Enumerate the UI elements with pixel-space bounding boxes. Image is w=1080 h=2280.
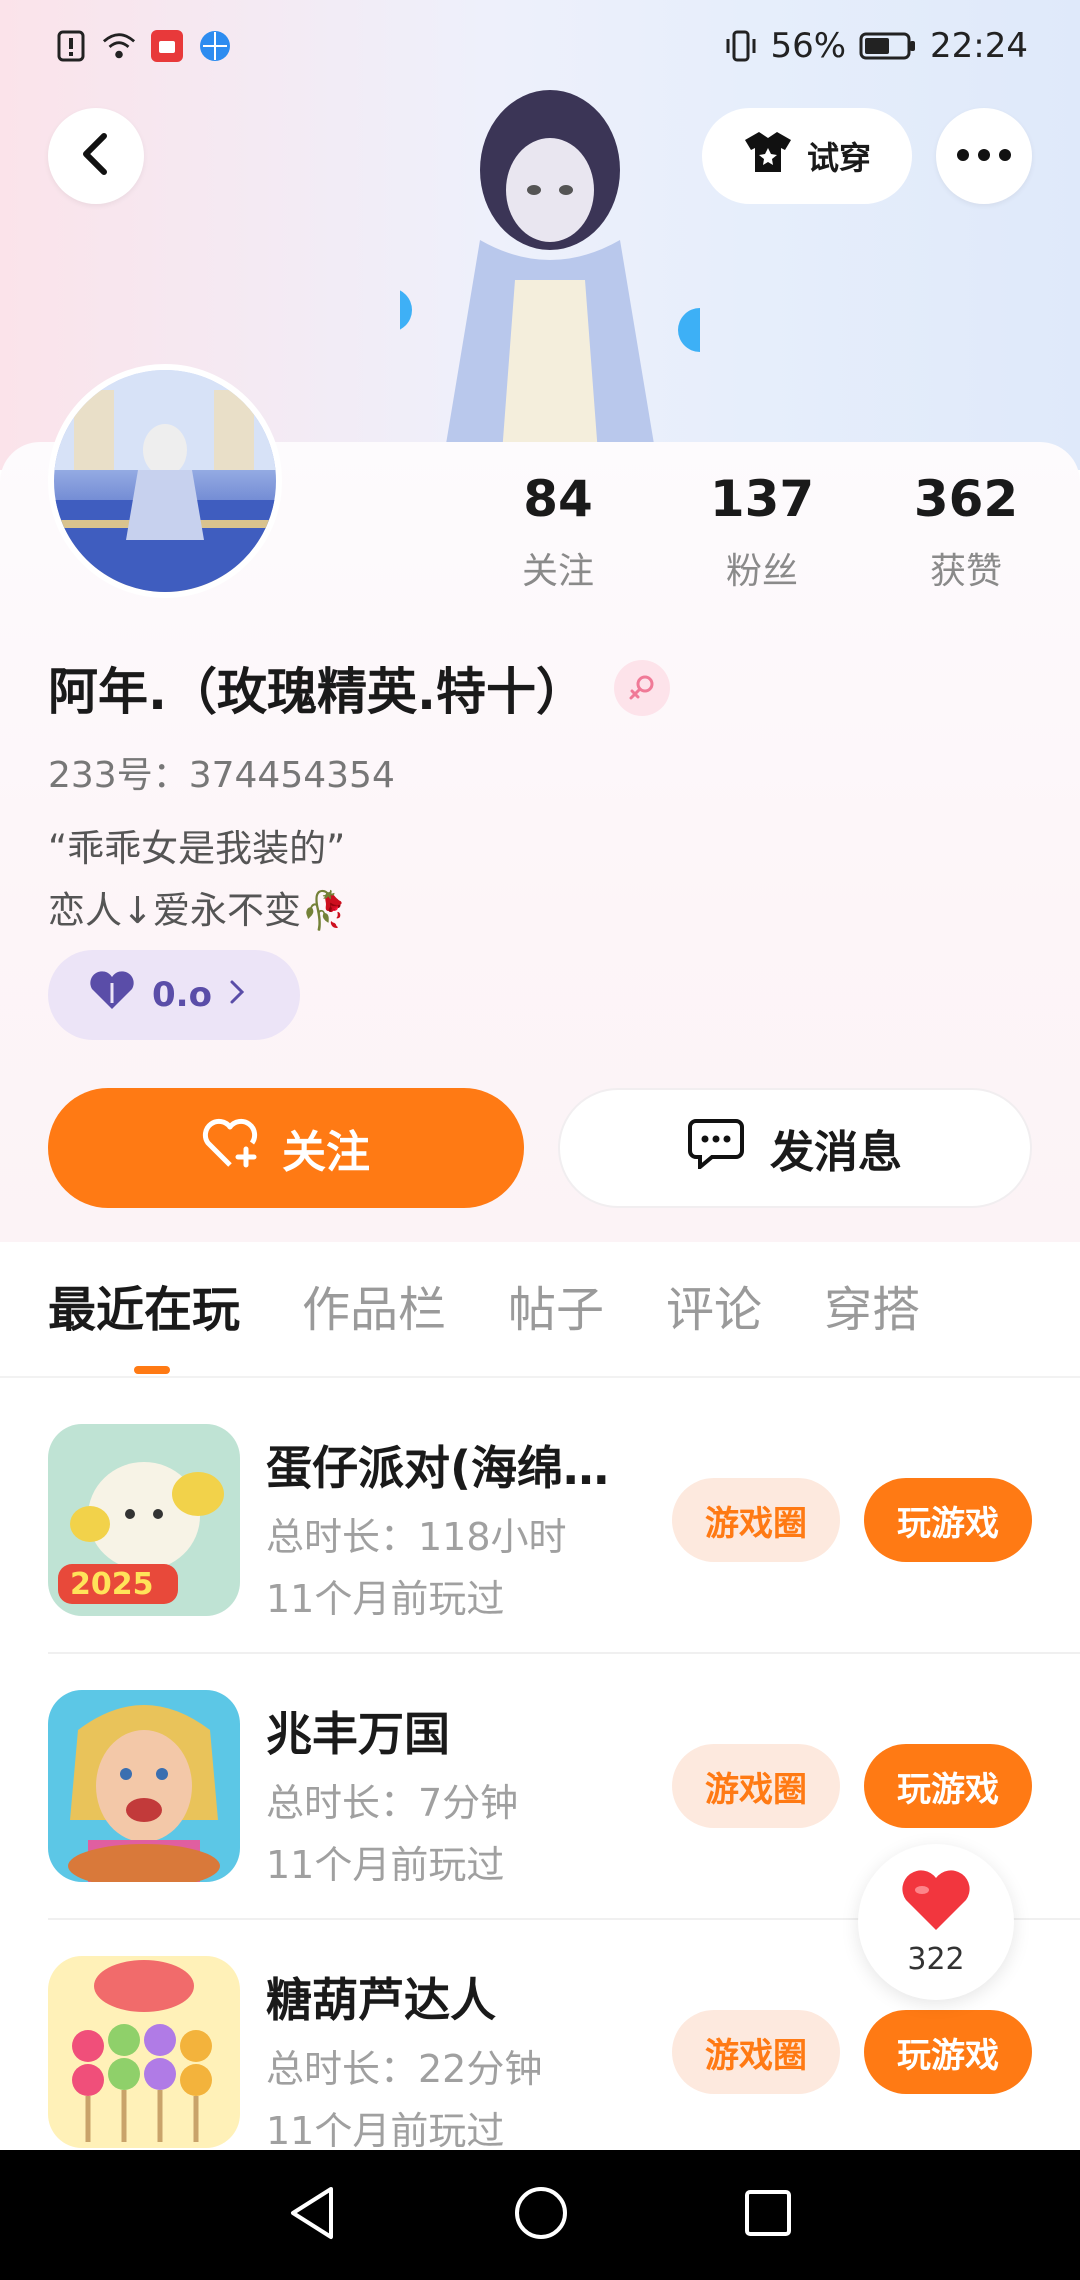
try-on-button[interactable]: 试穿 [702,108,912,204]
back-arrow-icon [78,132,114,180]
vibrate-icon [724,29,758,63]
vip-badge-button[interactable]: 0.o [48,950,300,1040]
game-duration: 总时长：22分钟 [266,2047,543,2091]
wifi-icon [102,29,136,63]
tab-comments[interactable]: 评论 [666,1270,762,1360]
nav-recents-icon[interactable] [743,2188,793,2242]
tab-bar: 最近在玩 作品栏 帖子 评论 穿搭 [48,1270,920,1360]
message-button[interactable]: 发消息 [558,1088,1032,1208]
game-name: 糖葫芦达人 [266,1973,496,2027]
try-on-label: 试穿 [806,139,871,177]
game-icon-tanghulu[interactable] [48,1956,240,2148]
heart-icon [900,1868,972,1936]
svg-text:2025: 2025 [70,1567,154,1602]
avatar-image [54,370,276,592]
tshirt-icon [743,130,793,182]
divider [48,1652,1080,1654]
bio-line-2: 恋人↓爱永不变🥀 [48,889,348,932]
play-game-button[interactable]: 玩游戏 [864,1744,1032,1828]
bio: “乖乖女是我装的” 恋人↓爱永不变🥀 [48,818,347,942]
game-circle-button[interactable]: 游戏圈 [672,1744,840,1828]
battery-percent: 56% [770,26,847,66]
game-last-played: 11个月前玩过 [266,1577,505,1621]
like-button[interactable]: 322 [858,1844,1014,2000]
user-id[interactable]: 233号：374454354 [48,746,395,798]
chevron-right-icon [228,975,246,1015]
clock: 22:24 [930,26,1028,66]
game-icon-eggy-party[interactable]: 2025 [48,1424,240,1616]
alert-icon [54,29,88,63]
tab-outfits[interactable]: 穿搭 [824,1270,920,1360]
game-last-played: 11个月前玩过 [266,1843,505,1887]
stat-label: 获赞 [929,551,1002,592]
stat-likes[interactable]: 362 获赞 [866,470,1066,594]
stat-followers[interactable]: 137 粉丝 [662,470,862,594]
game-circle-button[interactable]: 游戏圈 [672,1478,840,1562]
game-last-played: 11个月前玩过 [266,2109,505,2153]
stat-value: 362 [913,470,1019,528]
nav-back-icon[interactable] [287,2185,339,2245]
nav-home-icon[interactable] [513,2185,569,2245]
status-bar: 56% 22:24 [0,0,1080,92]
avatar[interactable] [48,364,282,598]
game-icon-zhaofeng[interactable] [48,1690,240,1882]
divider [0,1376,1080,1378]
heart-plus-icon [202,1117,260,1180]
active-tab-indicator [134,1366,170,1374]
game-duration: 总时长：7分钟 [266,1781,519,1825]
play-game-button[interactable]: 玩游戏 [864,2010,1032,2094]
username-row: 阿年.（玫瑰精英.特十） [48,652,670,724]
game-name: 兆丰万国 [266,1707,450,1761]
more-button[interactable] [936,108,1032,204]
game-item-1[interactable]: 2025 蛋仔派对(海绵宝宝联动) 总时长：118小时 11个月前玩过 游戏圈 … [0,1424,1080,1690]
username: 阿年.（玫瑰精英.特十） [48,663,586,721]
like-count: 322 [907,1941,965,1977]
tab-recently-played[interactable]: 最近在玩 [48,1270,240,1360]
app-store-icon [150,29,184,63]
more-dots-icon [956,147,1012,166]
stat-value: 84 [523,470,593,528]
vip-value: 0.o [152,975,212,1015]
heart-badge-icon [88,970,136,1020]
system-navigation-bar [0,2150,1080,2280]
stat-label: 关注 [521,551,594,592]
female-icon [614,660,670,716]
game-duration: 总时长：118小时 [266,1515,567,1559]
follow-label: 关注 [282,1127,370,1178]
back-button[interactable] [48,108,144,204]
chat-bubble-icon [688,1117,744,1180]
follow-button[interactable]: 关注 [48,1088,524,1208]
avatar-character-image [400,90,700,470]
browser-icon [198,29,232,63]
bio-line-1: “乖乖女是我装的” [48,827,346,870]
stat-value: 137 [709,470,815,528]
stat-label: 粉丝 [725,551,798,592]
play-game-button[interactable]: 玩游戏 [864,1478,1032,1562]
tab-posts[interactable]: 帖子 [508,1270,604,1360]
game-name: 蛋仔派对(海绵宝宝联动) [266,1441,626,1495]
message-label: 发消息 [770,1127,902,1178]
battery-icon [858,29,918,63]
stat-following[interactable]: 84 关注 [458,470,658,594]
game-circle-button[interactable]: 游戏圈 [672,2010,840,2094]
tab-works[interactable]: 作品栏 [302,1270,446,1360]
